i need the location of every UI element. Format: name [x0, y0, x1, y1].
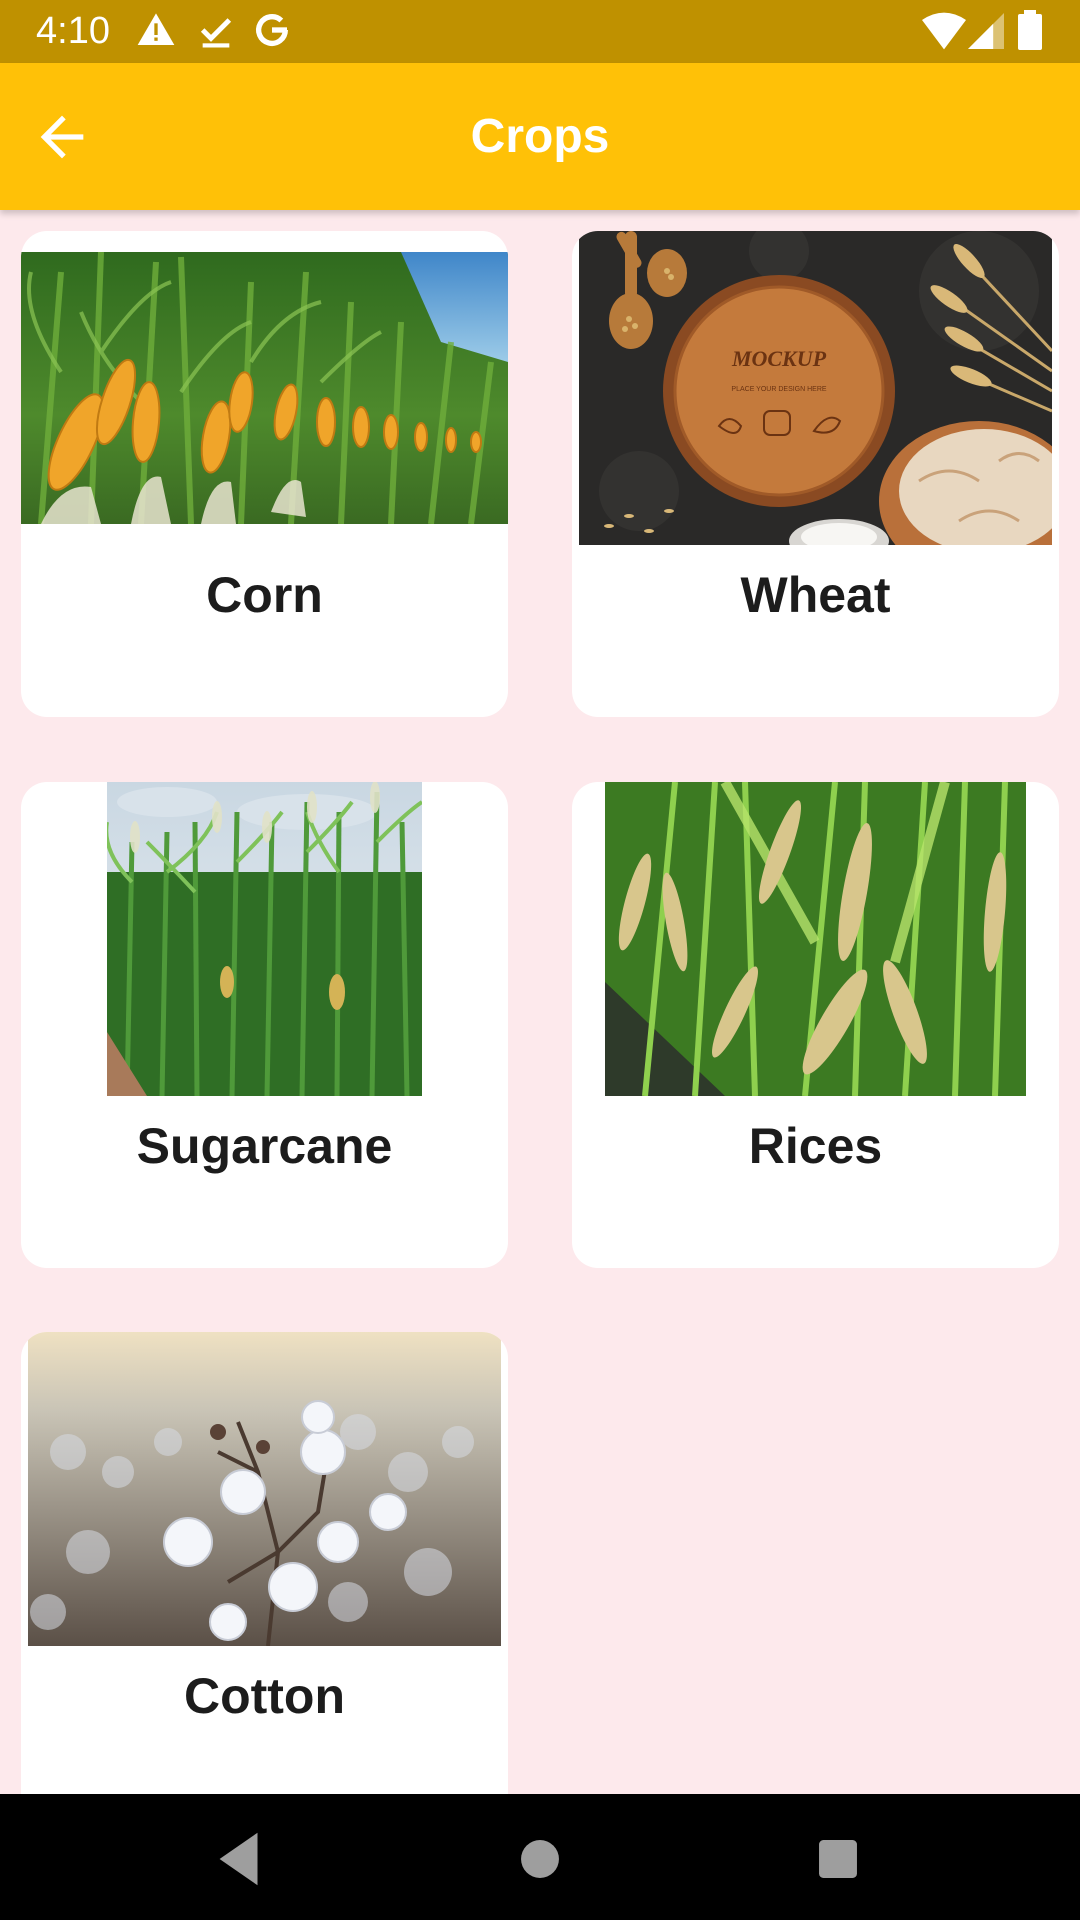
nav-back-button[interactable]: [205, 1824, 275, 1894]
crop-label: Rices: [748, 1118, 883, 1174]
system-nav-bar: [0, 1794, 1080, 1920]
battery-icon: [1018, 10, 1042, 55]
crop-card-wheat[interactable]: MOCKUP PLACE YOUR DESIGN HERE Wheat: [572, 231, 1059, 717]
cotton-image: [28, 1332, 501, 1646]
back-triangle-icon: [205, 1832, 275, 1898]
sugarcane-image: [107, 782, 422, 1096]
nav-recents-button[interactable]: [803, 1824, 873, 1894]
google-g-icon: [252, 10, 292, 55]
wheat-image-headline: MOCKUP: [731, 346, 827, 371]
corn-image: [21, 252, 508, 524]
crop-label: Sugarcane: [136, 1118, 393, 1174]
crop-card-corn[interactable]: Corn: [21, 231, 508, 717]
status-bar: 4:10: [0, 0, 1080, 63]
warning-icon: [136, 10, 176, 55]
screen: 4:10 Crops Corn MOCKUP PLACE YOUR DESIGN…: [0, 0, 1080, 1920]
crop-label: Wheat: [740, 567, 891, 623]
app-bar: Crops: [0, 63, 1080, 210]
wifi-icon: [922, 12, 966, 55]
status-time: 4:10: [36, 10, 110, 52]
crop-label: Cotton: [183, 1668, 346, 1724]
crop-card-sugarcane[interactable]: Sugarcane: [21, 782, 508, 1268]
wheat-image-subtext: PLACE YOUR DESIGN HERE: [731, 386, 827, 393]
nav-home-button[interactable]: [505, 1824, 575, 1894]
signal-icon: [968, 12, 1004, 55]
crop-card-rices[interactable]: Rices: [572, 782, 1059, 1268]
wheat-image: MOCKUP PLACE YOUR DESIGN HERE: [579, 231, 1052, 545]
rices-image: [605, 782, 1026, 1096]
crop-label: Corn: [206, 567, 323, 623]
download-done-icon: [196, 10, 236, 55]
crop-card-cotton[interactable]: Cotton: [21, 1332, 508, 1794]
recents-square-icon: [803, 1840, 873, 1898]
page-title: Crops: [470, 110, 610, 163]
home-circle-icon: [505, 1840, 575, 1898]
